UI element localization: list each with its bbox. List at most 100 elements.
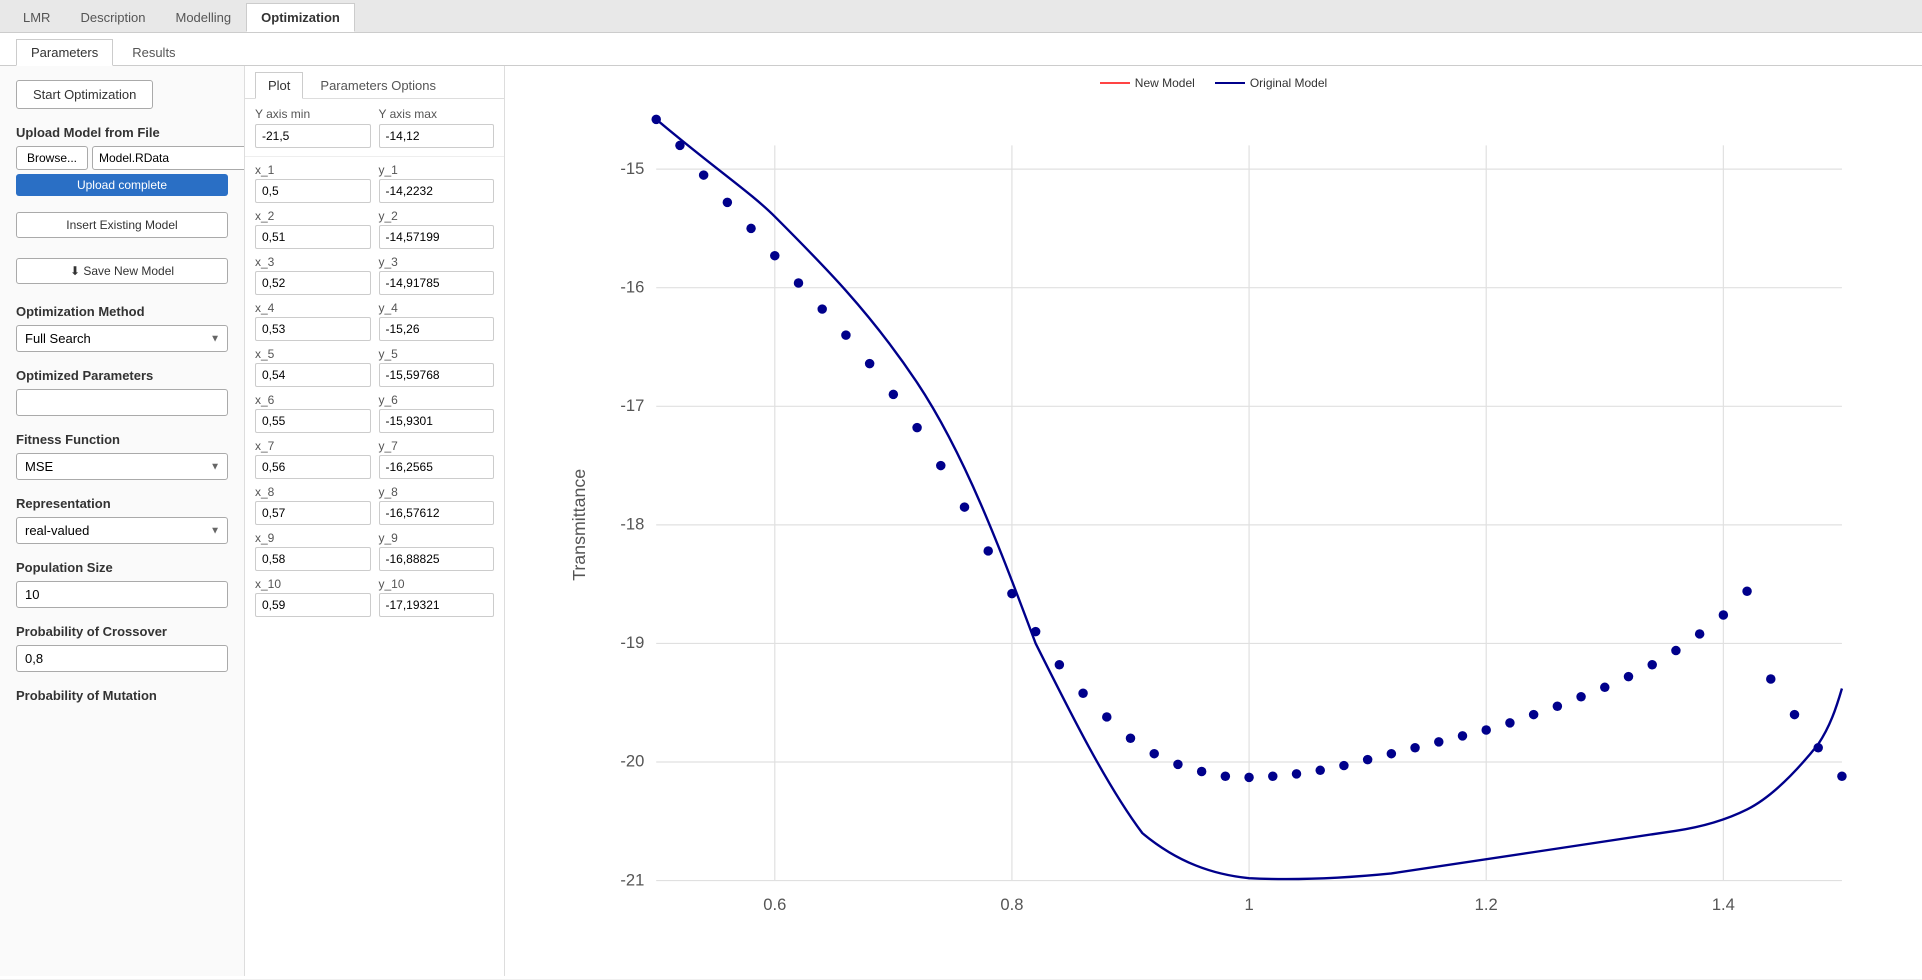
chart-dot [1339, 761, 1348, 770]
opt-method-section: Optimization Method Full Search Genetic … [16, 304, 228, 352]
start-section: Start Optimization [16, 80, 228, 109]
y-input[interactable] [379, 501, 495, 525]
nav-modelling[interactable]: Modelling [160, 3, 246, 32]
yaxis-max-label: Y axis max [379, 107, 495, 121]
x-input[interactable] [255, 271, 371, 295]
chart-dot [1813, 743, 1822, 752]
original-model-legend-label: Original Model [1250, 76, 1327, 90]
y-input[interactable] [379, 547, 495, 571]
chart-dot [1126, 734, 1135, 743]
yaxis-min-input[interactable] [255, 124, 371, 148]
upload-row: Browse... [16, 146, 228, 170]
y-input[interactable] [379, 317, 495, 341]
x-input[interactable] [255, 317, 371, 341]
x-input[interactable] [255, 409, 371, 433]
save-new-model-button[interactable]: ⬇ Save New Model [16, 258, 228, 284]
y-label: y_7 [379, 439, 495, 453]
y-input[interactable] [379, 593, 495, 617]
svg-text:1.4: 1.4 [1712, 895, 1735, 914]
y-input[interactable] [379, 271, 495, 295]
chart-dot [912, 423, 921, 432]
tab-results[interactable]: Results [117, 39, 190, 65]
crossover-input[interactable] [16, 645, 228, 672]
y-label: y_2 [379, 209, 495, 223]
y-col: y_8 [379, 485, 495, 525]
y-label: y_5 [379, 347, 495, 361]
tab-parameters-options[interactable]: Parameters Options [307, 72, 449, 98]
file-name-input[interactable] [92, 146, 245, 170]
opt-method-select-container: Full Search Genetic Algorithm Simulated … [16, 325, 228, 352]
svg-text:-19: -19 [620, 633, 644, 652]
y-label: y_8 [379, 485, 495, 499]
x-label: x_5 [255, 347, 371, 361]
opt-params-input[interactable] [16, 389, 228, 416]
original-model-line-icon [1215, 82, 1245, 84]
chart-dot [1600, 683, 1609, 692]
new-model-legend-label: New Model [1135, 76, 1195, 90]
x-input[interactable] [255, 225, 371, 249]
chart-dot [1173, 760, 1182, 769]
chart-dot [1837, 771, 1846, 780]
insert-existing-model-button[interactable]: Insert Existing Model [16, 212, 228, 238]
chart-dot [1149, 749, 1158, 758]
y-col: y_4 [379, 301, 495, 341]
svg-text:-20: -20 [620, 752, 644, 771]
x-col: x_8 [255, 485, 371, 525]
opt-params-label: Optimized Parameters [16, 368, 228, 383]
chart-dot [889, 390, 898, 399]
nav-lmr[interactable]: LMR [8, 3, 65, 32]
y-label: y_6 [379, 393, 495, 407]
chart-dot [770, 251, 779, 260]
svg-text:1: 1 [1244, 895, 1253, 914]
fitness-select[interactable]: MSE RMSE MAE [16, 453, 228, 480]
yaxis-max-input[interactable] [379, 124, 495, 148]
tab-parameters[interactable]: Parameters [16, 39, 113, 66]
y-input[interactable] [379, 225, 495, 249]
population-size-label: Population Size [16, 560, 228, 575]
chart-dot [1505, 718, 1514, 727]
chart-dot [1647, 660, 1656, 669]
data-pair-row: x_7 y_7 [255, 439, 494, 479]
x-input[interactable] [255, 593, 371, 617]
svg-text:Transmittance: Transmittance [569, 469, 589, 581]
chart-dot [1695, 629, 1704, 638]
svg-text:-16: -16 [620, 277, 644, 296]
x-col: x_6 [255, 393, 371, 433]
x-input[interactable] [255, 501, 371, 525]
x-col: x_1 [255, 163, 371, 203]
x-input[interactable] [255, 455, 371, 479]
crossover-label: Probability of Crossover [16, 624, 228, 639]
data-pair-row: x_6 y_6 [255, 393, 494, 433]
chart-dot [699, 170, 708, 179]
upload-status: Upload complete [16, 174, 228, 196]
chart-dot [936, 461, 945, 470]
browse-button[interactable]: Browse... [16, 146, 88, 170]
tab-plot[interactable]: Plot [255, 72, 303, 99]
y-input[interactable] [379, 179, 495, 203]
data-pairs: x_1 y_1 x_2 y_2 x_3 y_3 [245, 157, 504, 629]
y-label: y_4 [379, 301, 495, 315]
population-size-input[interactable] [16, 581, 228, 608]
representation-select[interactable]: real-valued binary [16, 517, 228, 544]
representation-label: Representation [16, 496, 228, 511]
nav-description[interactable]: Description [65, 3, 160, 32]
mutation-section: Probability of Mutation [16, 688, 228, 703]
y-input[interactable] [379, 455, 495, 479]
start-optimization-button[interactable]: Start Optimization [16, 80, 153, 109]
save-section: ⬇ Save New Model [16, 258, 228, 288]
x-col: x_7 [255, 439, 371, 479]
middle-panel: Plot Parameters Options Y axis min Y axi… [245, 66, 505, 976]
x-input[interactable] [255, 363, 371, 387]
svg-text:-15: -15 [620, 159, 644, 178]
x-input[interactable] [255, 179, 371, 203]
opt-method-select[interactable]: Full Search Genetic Algorithm Simulated … [16, 325, 228, 352]
y-input[interactable] [379, 409, 495, 433]
opt-method-label: Optimization Method [16, 304, 228, 319]
y-input[interactable] [379, 363, 495, 387]
legend-original-model: Original Model [1215, 76, 1327, 90]
nav-optimization[interactable]: Optimization [246, 3, 355, 32]
x-input[interactable] [255, 547, 371, 571]
yaxis-min-col: Y axis min [255, 107, 371, 148]
sub-tabs: Parameters Results [0, 33, 1922, 66]
chart-dot [1315, 766, 1324, 775]
